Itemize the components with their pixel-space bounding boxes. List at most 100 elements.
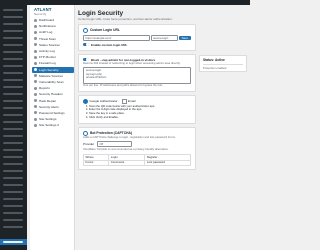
menu-item[interactable] [3, 51, 23, 53]
twofa-steps: Scan the QR code below with your authent… [83, 104, 191, 120]
menu-item[interactable] [3, 30, 23, 32]
menu-item[interactable] [3, 226, 23, 228]
menu-item[interactable] [3, 100, 23, 102]
nav-item-label: AntiP Log [39, 30, 53, 35]
menu-item-active[interactable] [0, 239, 27, 245]
option-email-checkbox[interactable] [121, 98, 127, 104]
whitelist-line: private-IP/admin [86, 75, 107, 80]
nav-item-label: Password Settings [39, 110, 65, 115]
block-admin-toggle[interactable] [83, 58, 89, 61]
twofa-options-row: Google Authenticator Email [83, 98, 191, 104]
menu-item[interactable] [3, 121, 23, 123]
nav-item-label: FTP Monitor [39, 55, 56, 60]
menu-item[interactable] [3, 128, 23, 130]
menu-item[interactable] [3, 184, 23, 186]
nav-item-icon [34, 86, 37, 90]
link-icon [83, 28, 88, 33]
nav-item-icon [34, 99, 37, 103]
menu-item[interactable] [3, 79, 23, 81]
login-url-input[interactable]: https://example.com/ [83, 34, 150, 41]
whitelist-textarea[interactable]: secure-login wp-login.php private-IP/adm… [83, 67, 191, 85]
menu-item[interactable] [3, 170, 23, 172]
logo-line-2: Security [34, 12, 47, 16]
menu-item[interactable] [3, 65, 23, 67]
nav-item-icon [34, 18, 37, 22]
captcha-forms-table: Where Login Register Forms Comments Lost… [82, 154, 191, 167]
nav-item-icon [34, 37, 37, 41]
captcha-note: Cloudflare Turnstile is recommended as a… [83, 147, 169, 152]
menu-item[interactable] [3, 191, 23, 193]
nav-item-icon [34, 49, 37, 53]
enable-custom-login-toggle[interactable] [83, 43, 89, 46]
save-button[interactable]: Save [178, 35, 191, 40]
plugin-logo: ATLANT Security [34, 7, 52, 16]
captcha-panel: Bot Protection (CAPTCHA) Adds a CAPTCHA … [78, 126, 196, 171]
nav-item-label: Security Headers [39, 92, 63, 97]
menu-item[interactable] [3, 212, 23, 214]
custom-login-heading: Custom Login URL [83, 28, 191, 33]
nav-item-label: Login Security [39, 67, 59, 72]
menu-item[interactable] [3, 142, 23, 144]
menu-item[interactable] [3, 163, 23, 165]
menu-item[interactable] [3, 135, 23, 137]
nav-item-label: Site Settings [39, 117, 57, 122]
menu-item[interactable] [3, 114, 23, 116]
menu-item[interactable] [3, 37, 23, 39]
enable-custom-login-label: Enable custom login URL [91, 42, 128, 47]
menu-item[interactable] [3, 205, 23, 207]
table-cell[interactable]: Comments [108, 159, 146, 167]
custom-login-url-row: https://example.com/ secure-login Save [83, 34, 191, 41]
menu-item[interactable] [3, 44, 23, 46]
plugin-nav: Dashboard Notifications AntiP Log Threat Sc… [32, 17, 74, 128]
custom-login-heading-text: Custom Login URL [90, 28, 120, 32]
custom-login-panel: Custom Login URL https://example.com/ se… [78, 24, 196, 51]
menu-item[interactable] [3, 16, 23, 18]
menu-item[interactable] [3, 177, 23, 179]
nav-item-icon [34, 61, 37, 65]
nav-item-icon [34, 55, 37, 59]
table-row: Forms Comments Lost password [82, 159, 191, 167]
nav-item-icon [34, 43, 37, 47]
nav-item-label: Security Alerts [39, 104, 59, 109]
nav-item-firewall-log[interactable]: Firewall Log [34, 60, 74, 66]
option-app-radio[interactable] [83, 98, 88, 104]
menu-item[interactable] [3, 219, 23, 221]
nav-item-label: Hack Repair [39, 98, 57, 103]
menu-item[interactable] [3, 86, 23, 88]
status-sidebox: Status: Active Protection enabled [199, 55, 247, 72]
sidebox-text: Protection enabled [203, 66, 227, 71]
nav-item-label: Dashboard [39, 18, 55, 23]
nav-item-site-settings-2[interactable]: Site Settings 2 [34, 122, 74, 128]
menu-item[interactable] [3, 72, 23, 74]
option-email-label: Email [128, 99, 136, 104]
nav-item-icon [34, 105, 37, 109]
table-cell[interactable]: Lost password [144, 159, 191, 167]
menu-item[interactable] [3, 93, 23, 95]
two-factor-panel: Google Authenticator Email Scan the QR c… [78, 94, 196, 124]
nav-item-label: Malware Scanner [39, 73, 64, 78]
table-cell: Forms [82, 159, 110, 167]
main-content: Login Security Control login URL, brute … [78, 10, 196, 171]
menu-item[interactable] [3, 107, 23, 109]
nav-item-label: Status Scanner [39, 42, 61, 47]
captcha-description: Adds a CAPTCHA challenge to login, regis… [83, 134, 176, 139]
nav-item-icon [34, 68, 37, 72]
wp-admin-sidebar [0, 5, 27, 250]
menu-item[interactable] [3, 156, 23, 158]
nav-item-label: Vulnerability Scan [39, 79, 64, 84]
nav-item-label: Notifications [39, 24, 56, 29]
block-admin-panel: Block .../wp-admin/ for non-logged-in vi… [78, 53, 196, 92]
menu-item[interactable] [3, 198, 23, 200]
nav-item-icon [34, 80, 37, 84]
nav-item-label: Firewall Log [39, 61, 56, 66]
menu-item[interactable] [3, 9, 23, 11]
menu-item[interactable] [3, 58, 23, 60]
nav-item-icon [34, 74, 37, 78]
enable-custom-login-row: Enable custom login URL [83, 43, 191, 47]
twofa-step: Click Verify and Enable. [89, 115, 191, 120]
whitelist-hint: One per line. IP addresses and paths all… [83, 83, 164, 88]
menu-item[interactable] [3, 23, 23, 25]
block-admin-description: Returns 404 instead of redirecting to lo… [83, 60, 181, 65]
login-slug-input[interactable]: secure-login [150, 34, 178, 41]
menu-item[interactable] [3, 149, 23, 151]
